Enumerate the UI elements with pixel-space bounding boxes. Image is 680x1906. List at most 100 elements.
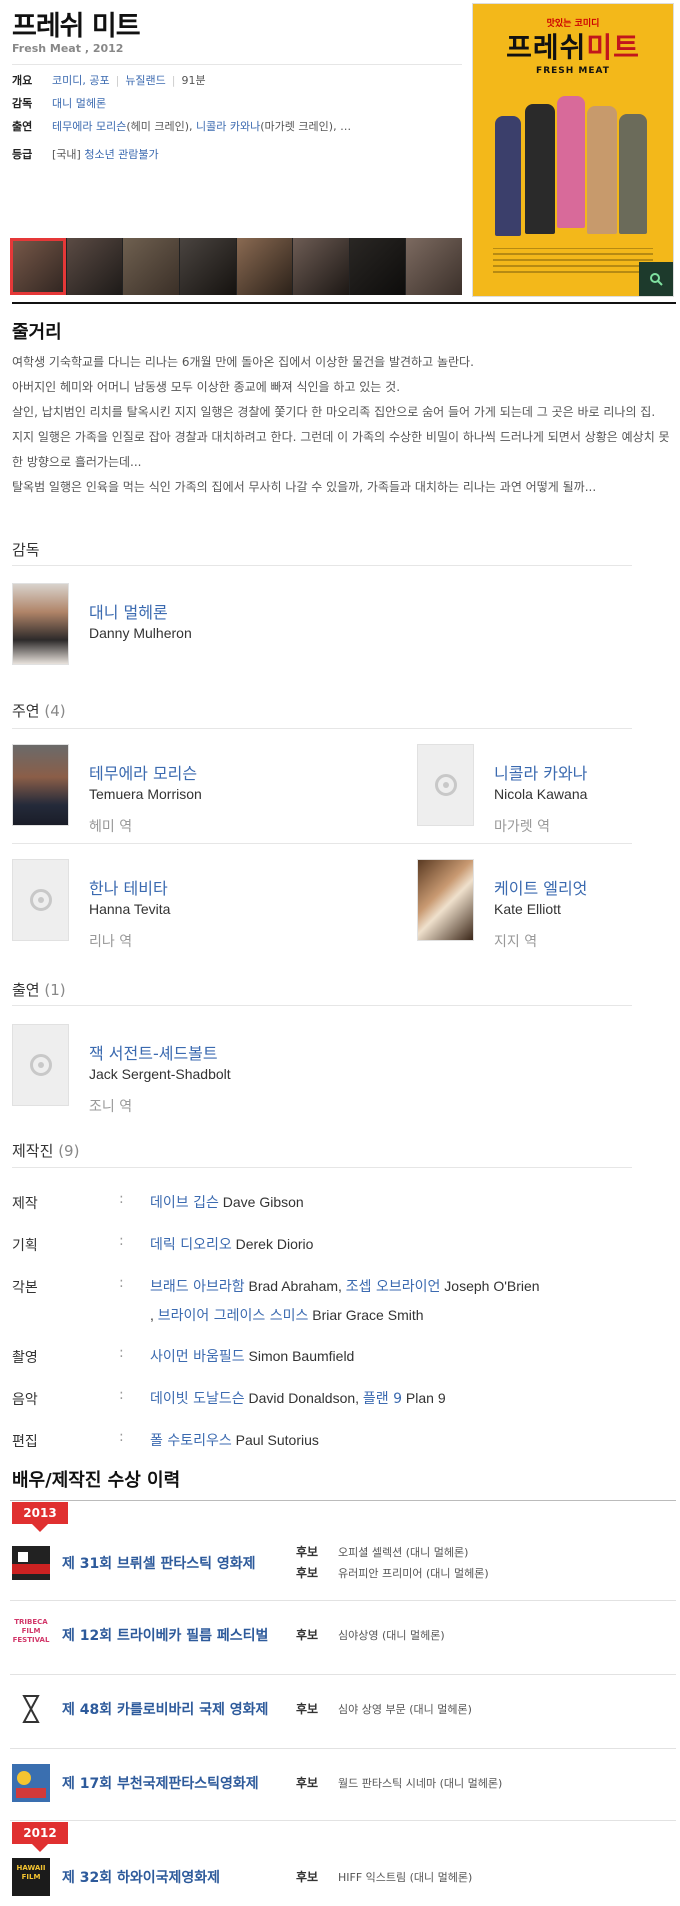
festival-logo-icon[interactable]: HAWAII FILM	[12, 1858, 50, 1896]
still-thumbnail[interactable]	[66, 238, 123, 295]
info-cast: 출연 테무에라 모리슨(헤미 크레인), 니콜라 카와나(마가렛 크레인), …	[12, 120, 352, 133]
still-thumbnail[interactable]	[10, 238, 66, 295]
cast-photo-placeholder[interactable]	[417, 744, 474, 826]
movie-subtitle: Fresh Meat , 2012	[12, 42, 124, 55]
staff-link[interactable]: 데릭 디오리오	[150, 1237, 232, 1253]
divider	[10, 1674, 676, 1675]
staff-link[interactable]: 조셉 오브라이언	[346, 1279, 441, 1295]
plot-heading: 줄거리	[12, 322, 62, 343]
festival-logo-icon[interactable]	[12, 1544, 50, 1582]
still-thumbnail[interactable]	[349, 238, 406, 295]
film-reel-icon	[29, 889, 52, 911]
person-name-en: Jack Sergent-Shadbolt	[89, 1066, 231, 1082]
plot-line: 살인, 납치범인 리치를 탈옥시킨 지지 일행은 경찰에 쫓기다 한 마오리족 …	[12, 405, 656, 419]
director-heading: 감독	[12, 541, 40, 559]
divider	[10, 1600, 676, 1601]
staff-link[interactable]: 폴 수토리우스	[150, 1433, 232, 1449]
divider	[12, 565, 632, 566]
staff-link[interactable]: 데이브 깁슨	[150, 1195, 219, 1211]
festival-logo-icon[interactable]: TRIBECA FILM FESTIVAL	[12, 1616, 50, 1654]
person-name-ko[interactable]: 테무에라 모리슨	[89, 760, 202, 784]
award-result: 후보 심야상영 (대니 멀헤론)	[296, 1628, 445, 1642]
staff-row: 제작 : 데이브 깁슨 Dave Gibson	[12, 1191, 304, 1212]
cast-card[interactable]: 한나 테비타 Hanna Tevita 리나 역	[12, 859, 170, 951]
award-result: 후보 오피셜 셀렉션 (대니 멀헤론)	[296, 1545, 469, 1559]
festival-logo-icon[interactable]	[12, 1690, 50, 1728]
staff-label: 기획	[12, 1238, 38, 1254]
person-name-ko[interactable]: 한나 테비타	[89, 875, 170, 899]
cast-role: (마가렛 크레인)	[260, 120, 334, 133]
staff-label: 음악	[12, 1392, 38, 1408]
movie-poster[interactable]: 맛있는 코미디 프레쉬미트 FRESH MEAT	[472, 3, 674, 297]
zoom-button[interactable]	[639, 262, 673, 296]
page-title: 프레쉬 미트	[12, 11, 141, 42]
cast-card[interactable]: 케이트 엘리엇 Kate Elliott 지지 역	[417, 859, 587, 951]
festival-logo-icon[interactable]	[12, 1764, 50, 1802]
cast-more[interactable]: …	[340, 120, 351, 133]
divider	[12, 302, 676, 304]
festival-name[interactable]: 제 17회 부천국제판타스틱영화제	[62, 1773, 259, 1793]
cast-photo-placeholder[interactable]	[12, 859, 69, 941]
info-rating: 등급 [국내] 청소년 관람불가	[12, 145, 462, 163]
person-name-en: Hanna Tevita	[89, 901, 171, 917]
staff-link[interactable]: 브래드 아브라함	[150, 1279, 245, 1295]
info-director: 감독 대니 멀헤론	[12, 94, 462, 112]
genre-link[interactable]: 코미디, 공포	[52, 74, 110, 87]
award-result: 후보 월드 판타스틱 시네마 (대니 멀헤론)	[296, 1776, 503, 1790]
festival-entry: 제 17회 부천국제판타스틱영화제 후보 월드 판타스틱 시네마 (대니 멀헤론)	[10, 1756, 676, 1812]
staff-label: 편집	[12, 1434, 38, 1450]
cast-role: (헤미 크레인)	[126, 120, 190, 133]
info-label: 등급	[12, 148, 33, 161]
cast-link[interactable]: 니콜라 카와나	[196, 120, 260, 133]
cast-photo[interactable]	[12, 744, 69, 826]
staff-label: 촬영	[12, 1350, 38, 1366]
person-role: 지지 역	[494, 934, 538, 950]
festival-name[interactable]: 제 12회 트라이베카 필름 페스티벌	[62, 1625, 268, 1645]
person-name-ko[interactable]: 대니 멀헤론	[89, 599, 192, 623]
cast-card[interactable]: 잭 서전트-셰드볼트 Jack Sergent-Shadbolt 조니 역	[12, 1024, 231, 1116]
still-thumbnail[interactable]	[123, 238, 179, 295]
poster-figure	[525, 104, 555, 234]
person-name-ko[interactable]: 케이트 엘리엇	[494, 875, 587, 899]
cast-photo[interactable]	[417, 859, 474, 941]
rating-link[interactable]: 청소년 관람불가	[84, 148, 158, 161]
staff-link[interactable]: 플랜 9	[363, 1391, 402, 1407]
director-photo[interactable]	[12, 583, 69, 665]
staff-row: 촬영 : 사이먼 바움필드 Simon Baumfield	[12, 1345, 355, 1366]
person-name-ko[interactable]: 니콜라 카와나	[494, 760, 587, 784]
divider	[12, 728, 632, 729]
staff-link[interactable]: 데이빗 도날드슨	[150, 1391, 245, 1407]
festival-name[interactable]: 제 32회 하와이국제영화제	[62, 1867, 220, 1887]
staff-link[interactable]: 사이먼 바움필드	[150, 1349, 245, 1365]
festival-entry: 제 48회 카를로비바리 국제 영화제 후보 심야 상영 부문 (대니 멀헤론)	[10, 1682, 676, 1738]
divider	[12, 64, 462, 65]
person-role: 리나 역	[89, 934, 133, 950]
divider	[10, 1820, 676, 1821]
info-label: 출연	[12, 120, 33, 133]
still-thumbnail[interactable]	[236, 238, 293, 295]
award-result: 후보 HIFF 익스트림 (대니 멀헤론)	[296, 1870, 473, 1884]
still-thumbnail[interactable]	[179, 238, 236, 295]
still-thumbnail[interactable]	[406, 238, 462, 295]
festival-name[interactable]: 제 48회 카를로비바리 국제 영화제	[62, 1699, 268, 1719]
person-name-en: Nicola Kawana	[494, 786, 588, 802]
staff-row: 음악 : 데이빗 도날드슨 David Donaldson, 플랜 9 Plan…	[12, 1387, 446, 1408]
cast-link[interactable]: 테무에라 모리슨	[52, 120, 126, 133]
staff-row: 기획 : 데릭 디오리오 Derek Diorio	[12, 1233, 314, 1254]
festival-name[interactable]: 제 31회 브뤼셀 판타스틱 영화제	[62, 1553, 256, 1573]
director-link[interactable]: 대니 멀헤론	[52, 97, 106, 110]
still-thumbnail[interactable]	[293, 238, 349, 295]
divider	[12, 843, 632, 844]
director-card[interactable]: 대니 멀헤론 Danny Mulheron	[12, 583, 192, 665]
country-link[interactable]: 뉴질랜드	[125, 74, 165, 87]
year-ribbon: 2013	[12, 1502, 68, 1532]
cast-card[interactable]: 테무에라 모리슨 Temuera Morrison 헤미 역	[12, 744, 202, 836]
person-role: 헤미 역	[89, 819, 133, 835]
person-name-ko[interactable]: 잭 서전트-셰드볼트	[89, 1040, 231, 1064]
cast-photo-placeholder[interactable]	[12, 1024, 69, 1106]
divider	[10, 1500, 676, 1501]
festival-entry: 제 31회 브뤼셀 판타스틱 영화제 후보 오피셜 셀렉션 (대니 멀헤론) 후보…	[10, 1536, 676, 1592]
staff-link[interactable]: 브라이어 그레이스 스미스	[158, 1308, 309, 1324]
poster-figure	[587, 106, 617, 234]
cast-card[interactable]: 니콜라 카와나 Nicola Kawana 마가렛 역	[417, 744, 587, 836]
